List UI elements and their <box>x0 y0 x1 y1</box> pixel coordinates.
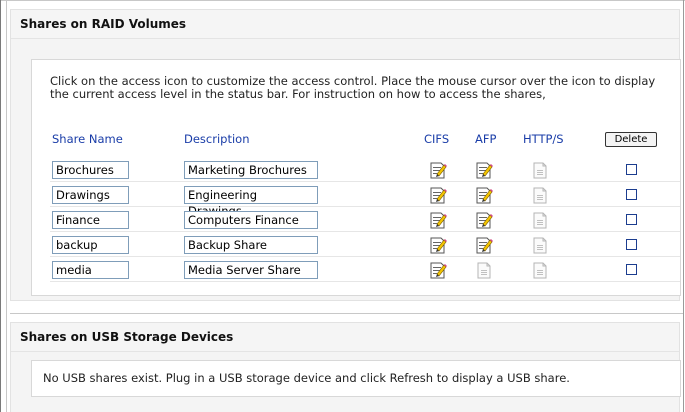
cifs-access-enabled-icon[interactable] <box>429 236 447 254</box>
http-access-disabled-icon[interactable] <box>531 236 549 254</box>
afp-access-enabled-icon[interactable] <box>475 186 493 204</box>
share-description-field[interactable]: Media Server Share <box>184 261 318 279</box>
afp-access-enabled-icon[interactable] <box>475 161 493 179</box>
share-row: Finance Computers Finance <box>50 210 680 232</box>
column-header-http: HTTP/S <box>523 132 564 146</box>
instructions-text: Click on the access icon to customize th… <box>50 74 656 101</box>
delete-checkbox[interactable] <box>626 214 637 225</box>
delete-button[interactable]: Delete <box>605 132 657 147</box>
cifs-access-enabled-icon[interactable] <box>429 186 447 204</box>
share-description-field[interactable]: Computers Finance <box>184 211 318 229</box>
delete-checkbox[interactable] <box>626 264 637 275</box>
column-header-share-name: Share Name <box>52 132 123 146</box>
usb-shares-panel: Shares on USB Storage Devices No USB sha… <box>10 322 681 412</box>
http-access-disabled-icon[interactable] <box>531 161 549 179</box>
share-description-field[interactable]: Marketing Brochures <box>184 161 318 179</box>
cifs-access-enabled-icon[interactable] <box>429 161 447 179</box>
http-access-disabled-icon[interactable] <box>531 211 549 229</box>
delete-checkbox[interactable] <box>626 164 637 175</box>
share-row: backup Backup Share <box>50 235 680 257</box>
raid-shares-content: Click on the access icon to customize th… <box>31 59 681 296</box>
delete-checkbox[interactable] <box>626 239 637 250</box>
cifs-access-enabled-icon[interactable] <box>429 261 447 279</box>
left-inner-border <box>6 0 7 412</box>
share-name-field[interactable]: Brochures <box>52 161 129 179</box>
afp-access-enabled-icon[interactable] <box>475 211 493 229</box>
raid-shares-title: Shares on RAID Volumes <box>11 10 679 39</box>
raid-shares-panel: Shares on RAID Volumes Click on the acce… <box>10 9 681 301</box>
afp-access-disabled-icon[interactable] <box>475 261 493 279</box>
afp-access-enabled-icon[interactable] <box>475 236 493 254</box>
cifs-access-enabled-icon[interactable] <box>429 211 447 229</box>
usb-shares-message: No USB shares exist. Plug in a USB stora… <box>31 360 681 397</box>
column-header-description: Description <box>184 132 250 146</box>
share-row: Drawings Engineering Drawings <box>50 185 680 218</box>
http-access-disabled-icon[interactable] <box>531 261 549 279</box>
left-border <box>0 0 1 412</box>
http-access-disabled-icon[interactable] <box>531 186 549 204</box>
column-header-cifs: CIFS <box>424 132 450 146</box>
delete-checkbox[interactable] <box>626 189 637 200</box>
share-name-field[interactable]: backup <box>52 236 129 254</box>
share-description-field[interactable]: Backup Share <box>184 236 318 254</box>
share-row: Brochures Marketing Brochures <box>50 160 680 182</box>
top-border <box>0 0 685 1</box>
share-name-field[interactable]: Drawings <box>52 186 129 204</box>
column-header-afp: AFP <box>475 132 497 146</box>
share-name-field[interactable]: media <box>52 261 129 279</box>
usb-shares-title: Shares on USB Storage Devices <box>11 323 679 352</box>
share-name-field[interactable]: Finance <box>52 211 129 229</box>
right-border <box>683 0 684 412</box>
section-divider <box>10 313 683 314</box>
share-row: media Media Server Share <box>50 260 680 282</box>
share-description-field[interactable]: Engineering Drawings <box>184 186 318 218</box>
